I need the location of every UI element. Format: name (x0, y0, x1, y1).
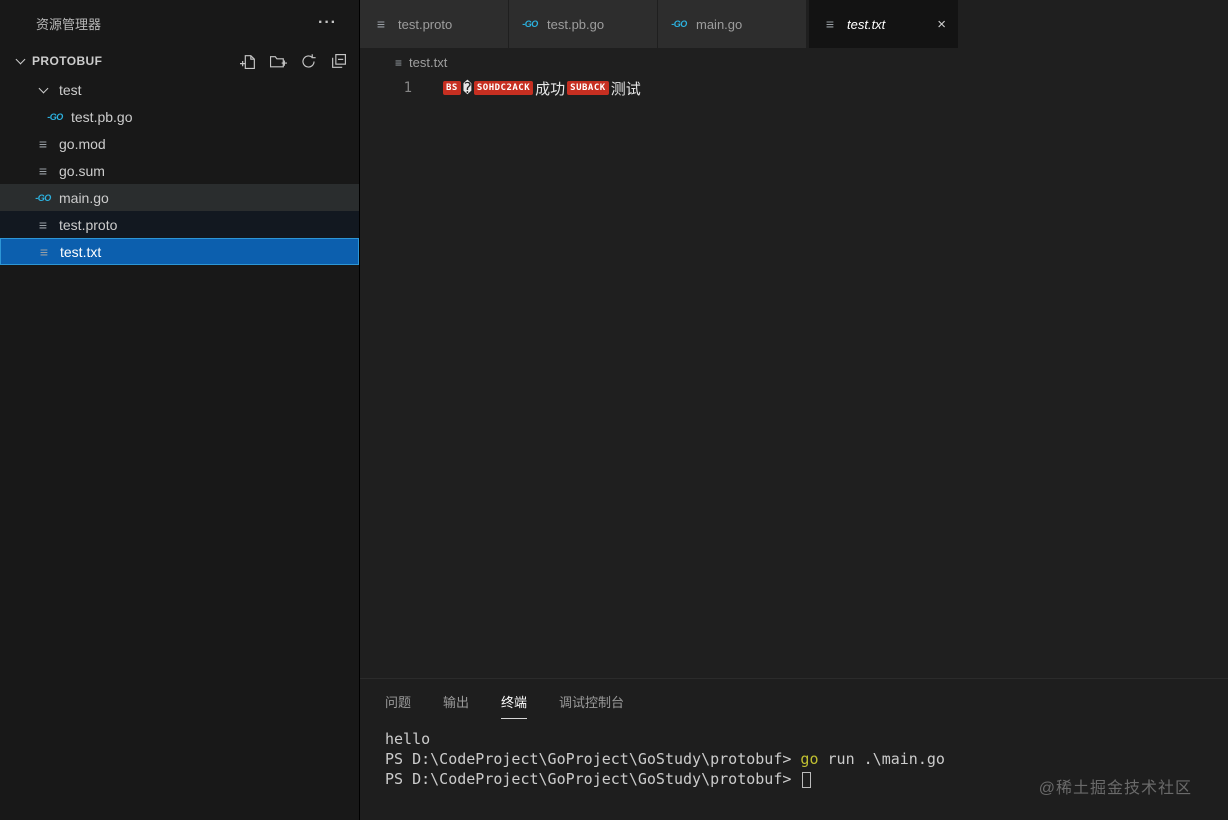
line-number: 1 (403, 80, 412, 96)
tab-test-txt[interactable]: ≡ test.txt × (809, 0, 958, 48)
terminal-command-args: run .\main.go (818, 750, 945, 768)
go-file-icon: -GO (35, 192, 51, 203)
tree-item-test-txt[interactable]: ≡ test.txt (0, 238, 359, 265)
explorer-sidebar: 资源管理器 ··· PROTOBUF test -GO test.pb.go ≡… (0, 0, 360, 820)
code-content: BS � SOHDC2ACK 成功 SUBACK 测试 (412, 77, 641, 678)
editor-pane: ≡ test.txt 1 BS � SOHDC2ACK 成功 SUBACK 测试 (360, 48, 1228, 678)
collapse-all-icon[interactable] (330, 53, 347, 70)
terminal-line: PS D:\CodeProject\GoProject\GoStudy\prot… (385, 769, 1228, 789)
file-icon: ≡ (39, 243, 49, 260)
tree-item-test-pb-go[interactable]: -GO test.pb.go (0, 103, 359, 130)
editor-line-1: BS � SOHDC2ACK 成功 SUBACK 测试 (443, 77, 641, 99)
file-icon: ≡ (38, 216, 48, 233)
breadcrumb[interactable]: ≡ test.txt (360, 48, 1228, 77)
tree-item-go-mod[interactable]: ≡ go.mod (0, 130, 359, 157)
panel-tab-problems[interactable]: 问题 (385, 692, 411, 719)
control-char-badge: BS (443, 81, 461, 95)
sidebar-header: 资源管理器 ··· (0, 0, 359, 46)
file-icon: ≡ (395, 55, 403, 70)
editor-group: ≡ test.proto -GO test.pb.go -GO main.go … (360, 0, 1228, 820)
tree-item-go-sum[interactable]: ≡ go.sum (0, 157, 359, 184)
chevron-down-icon (34, 83, 52, 93)
new-folder-icon[interactable] (270, 53, 287, 70)
tab-label: test.pb.go (547, 16, 605, 32)
section-label: PROTOBUF (32, 54, 103, 68)
panel-tab-output[interactable]: 输出 (443, 692, 469, 719)
chevron-down-icon (15, 54, 26, 65)
bottom-panel: 问题 输出 终端 调试控制台 hello PS D:\CodeProject\G… (360, 678, 1228, 820)
terminal-line: hello (385, 729, 1228, 749)
new-file-icon[interactable] (240, 53, 257, 70)
file-tree: test -GO test.pb.go ≡ go.mod ≡ go.sum -G… (0, 76, 359, 265)
tree-item-label: test (59, 81, 82, 98)
tree-item-label: test.txt (60, 243, 102, 260)
terminal-prompt: PS D:\CodeProject\GoProject\GoStudy\prot… (385, 770, 801, 788)
code-text: 成功 (535, 79, 566, 98)
more-actions-icon[interactable]: ··· (318, 14, 337, 32)
panel-tab-terminal[interactable]: 终端 (501, 692, 528, 719)
tab-test-pb-go[interactable]: -GO test.pb.go (509, 0, 658, 48)
tree-item-label: main.go (59, 189, 109, 206)
terminal-cursor (802, 772, 812, 788)
sidebar-title: 资源管理器 (36, 16, 102, 32)
terminal[interactable]: hello PS D:\CodeProject\GoProject\GoStud… (360, 723, 1228, 789)
tab-main-go[interactable]: -GO main.go (658, 0, 807, 48)
breadcrumb-file: test.txt (409, 55, 448, 70)
terminal-output: hello (385, 730, 431, 748)
editor-tabbar: ≡ test.proto -GO test.pb.go -GO main.go … (360, 0, 1228, 48)
tree-item-label: go.mod (59, 135, 106, 152)
code-area[interactable]: 1 BS � SOHDC2ACK 成功 SUBACK 测试 (360, 77, 1228, 678)
tree-item-test-folder[interactable]: test (0, 76, 359, 103)
control-char-badge: SUBACK (567, 81, 609, 95)
panel-tab-debug-console[interactable]: 调试控制台 (559, 692, 624, 719)
terminal-line: PS D:\CodeProject\GoProject\GoStudy\prot… (385, 749, 1228, 769)
explorer-section-header[interactable]: PROTOBUF (0, 46, 359, 76)
tab-label: main.go (696, 16, 743, 32)
refresh-icon[interactable] (300, 53, 317, 70)
tab-test-proto[interactable]: ≡ test.proto (360, 0, 509, 48)
tree-item-label: go.sum (59, 162, 105, 179)
code-text: 测试 (610, 79, 641, 98)
go-file-icon: -GO (47, 111, 63, 122)
tab-label: test.txt (847, 16, 886, 32)
control-char-badge: SOHDC2ACK (473, 81, 534, 95)
terminal-prompt: PS D:\CodeProject\GoProject\GoStudy\prot… (385, 750, 801, 768)
tree-item-main-go[interactable]: -GO main.go (0, 184, 359, 211)
vscode-window: 资源管理器 ··· PROTOBUF test -GO test.pb.go ≡… (0, 0, 1228, 820)
file-icon: ≡ (376, 16, 386, 32)
go-file-icon: -GO (522, 19, 538, 29)
tab-label: test.proto (398, 16, 453, 32)
go-file-icon: -GO (671, 19, 687, 29)
close-icon[interactable]: × (937, 17, 946, 32)
file-icon: ≡ (38, 135, 48, 152)
terminal-command: go (800, 750, 819, 768)
file-icon: ≡ (38, 162, 48, 179)
section-actions (240, 53, 359, 70)
panel-tabbar: 问题 输出 终端 调试控制台 (360, 679, 1228, 723)
tree-item-label: test.pb.go (71, 108, 133, 125)
file-icon: ≡ (825, 16, 835, 32)
tree-item-label: test.proto (59, 216, 118, 233)
tree-item-test-proto[interactable]: ≡ test.proto (0, 211, 359, 238)
code-text: � (462, 79, 472, 97)
